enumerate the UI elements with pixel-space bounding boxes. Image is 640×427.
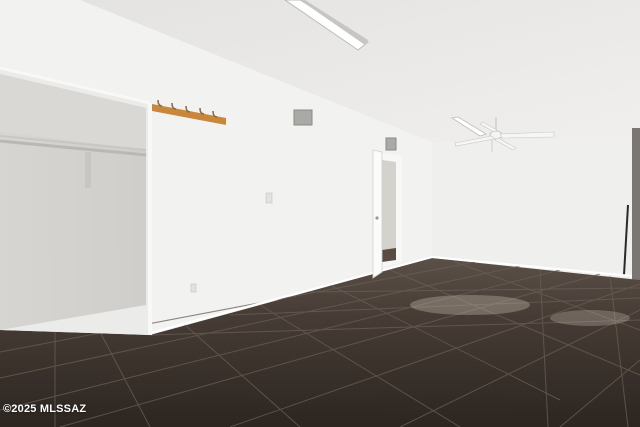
wall-vent-icon — [385, 137, 397, 151]
mls-watermark: ©2025 MLSSAZ — [3, 403, 87, 415]
wall-vent-icon — [293, 109, 313, 126]
doorway — [372, 149, 402, 279]
room-photo — [0, 0, 640, 427]
back-wall — [432, 135, 640, 280]
closet — [0, 66, 152, 335]
window-blinds — [632, 128, 640, 288]
open-door — [372, 149, 383, 279]
